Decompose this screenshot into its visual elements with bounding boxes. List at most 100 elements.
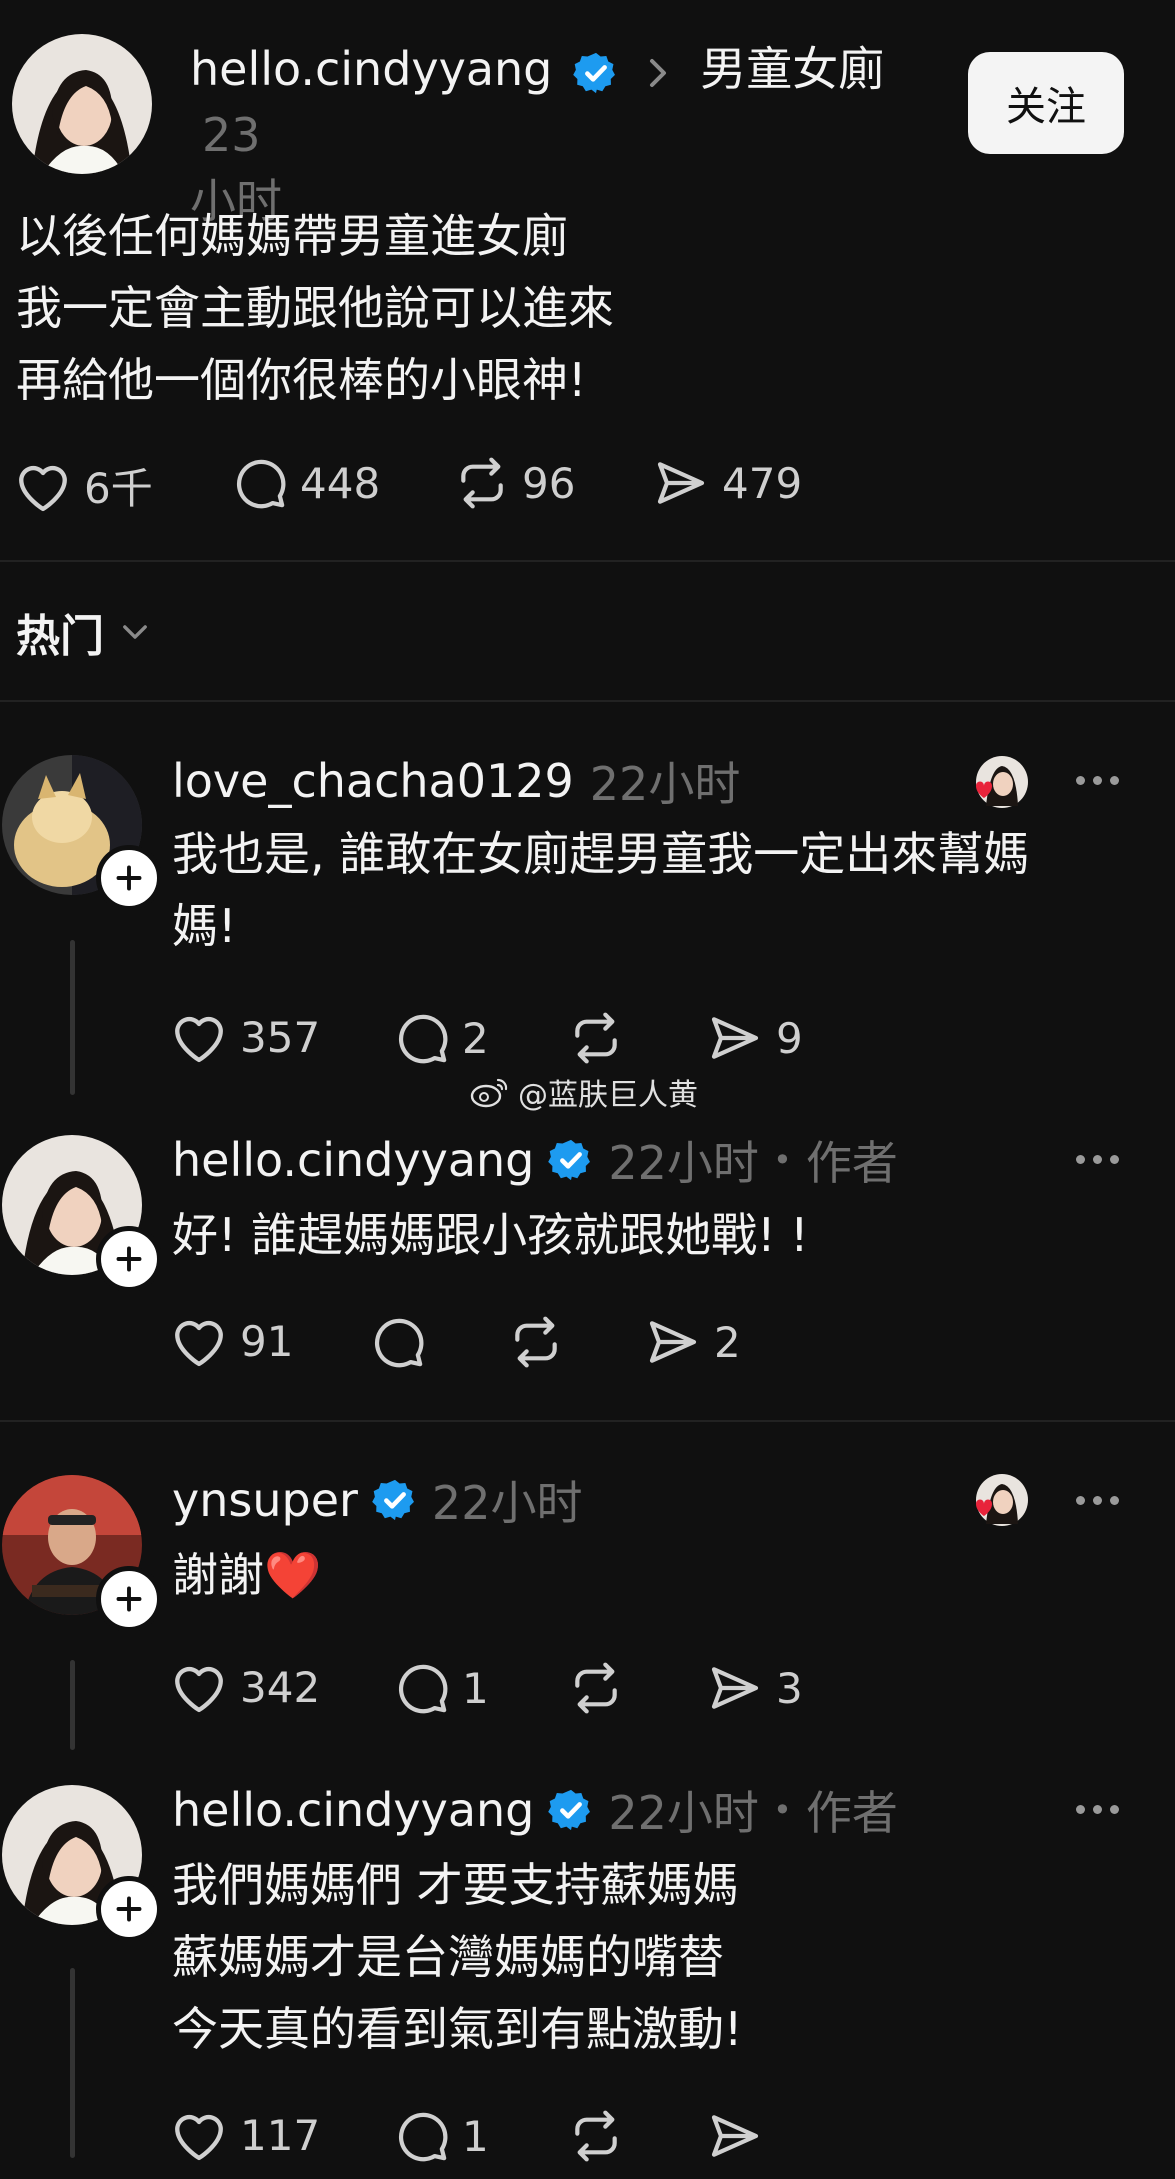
send-icon <box>711 1667 759 1709</box>
reply-username[interactable]: hello.cindyyang <box>172 1783 534 1837</box>
comment-button[interactable]: 1 <box>394 1660 489 1716</box>
like-count: 357 <box>240 1012 321 1062</box>
comment-button[interactable]: 1 <box>394 2108 489 2164</box>
send-icon <box>711 2115 759 2157</box>
like-count: 342 <box>240 1662 321 1712</box>
reply-time: 22小时 <box>589 757 741 811</box>
post-time: 23 <box>202 108 261 162</box>
post-text: 以後任何媽媽帶男童進女廁 我一定會主動跟他說可以進來 再給他一個你很棒的小眼神! <box>16 209 614 407</box>
sort-dropdown[interactable]: 热门 <box>16 600 152 664</box>
repost-icon <box>515 1316 557 1368</box>
comment-count: 448 <box>300 458 381 508</box>
more-options-button[interactable] <box>1076 1805 1119 1814</box>
repost-button[interactable]: 96 <box>454 455 575 511</box>
divider <box>0 560 1175 562</box>
comment-bubble-icon <box>398 1014 448 1064</box>
repost-icon <box>461 457 503 509</box>
repost-button[interactable] <box>568 1660 624 1716</box>
reply-username[interactable]: hello.cindyyang <box>172 1133 534 1187</box>
follow-button[interactable]: 关注 <box>968 52 1124 154</box>
share-button[interactable]: 2 <box>644 1314 741 1370</box>
heart-icon <box>175 2114 223 2161</box>
repost-count: 96 <box>522 458 576 508</box>
share-button[interactable]: 479 <box>652 455 802 511</box>
reply-username[interactable]: ynsuper <box>172 1473 358 1527</box>
chevron-down-icon <box>123 625 147 639</box>
comment-bubble-icon <box>398 1664 448 1714</box>
share-count: 2 <box>714 1317 741 1367</box>
comment-bubble-icon <box>374 1318 424 1368</box>
share-count: 479 <box>722 458 803 508</box>
like-count: 117 <box>240 2110 321 2160</box>
repost-button[interactable] <box>568 1010 624 1066</box>
repost-icon <box>575 2110 617 2162</box>
like-button[interactable]: 6千 <box>14 455 153 516</box>
more-options-button[interactable] <box>1076 1155 1119 1164</box>
author-liked-avatar <box>972 756 1028 810</box>
follow-plus-button[interactable] <box>96 1226 162 1292</box>
thread-line <box>70 940 75 1095</box>
like-count: 91 <box>240 1316 294 1366</box>
repost-button[interactable] <box>508 1314 564 1370</box>
comment-button[interactable]: 2 <box>394 1010 489 1066</box>
thread-line <box>70 1968 75 2158</box>
watermark-text: @蓝肤巨人黄 <box>518 1078 698 1113</box>
reply-time: 22小时 <box>608 1136 759 1190</box>
like-button[interactable]: 117 <box>170 2108 320 2162</box>
reply-text: 我也是, 誰敢在女廁趕男童我一定出來幫媽 媽! <box>172 827 1030 953</box>
verified-badge-icon <box>372 1479 414 1521</box>
follow-plus-button[interactable] <box>96 845 162 911</box>
comment-count: 1 <box>462 1663 489 1713</box>
like-button[interactable]: 342 <box>170 1660 320 1714</box>
like-button[interactable]: 357 <box>170 1010 320 1064</box>
separator-dot: • <box>772 1791 792 1829</box>
comment-count: 2 <box>462 1013 489 1063</box>
repost-button[interactable] <box>568 2108 624 2164</box>
author-liked-avatar <box>972 1474 1028 1528</box>
plus-icon <box>116 1586 142 1612</box>
repost-icon <box>575 1662 617 1714</box>
divider <box>0 1420 1175 1422</box>
reply-username[interactable]: love_chacha0129 <box>172 754 574 808</box>
send-icon <box>657 462 705 504</box>
avatar-image <box>12 34 152 174</box>
reply-time: 22小时 <box>608 1786 759 1840</box>
plus-icon <box>116 1896 142 1922</box>
author-tag: 作者 <box>805 1786 898 1840</box>
share-button[interactable] <box>706 2108 764 2164</box>
like-count: 6千 <box>84 464 153 513</box>
heart-icon <box>175 1016 223 1063</box>
more-options-button[interactable] <box>1076 1496 1119 1505</box>
share-button[interactable]: 9 <box>706 1010 803 1066</box>
share-button[interactable]: 3 <box>706 1660 803 1716</box>
separator-dot: • <box>772 1141 792 1179</box>
weibo-icon <box>470 1078 508 1108</box>
chevron-right-icon <box>649 58 666 87</box>
verified-badge-icon <box>548 1789 591 1831</box>
send-icon <box>711 1017 759 1059</box>
repost-icon <box>575 1012 617 1064</box>
reply-time: 22小时 <box>431 1476 583 1530</box>
heart-icon <box>175 1320 223 1367</box>
comment-bubble-icon <box>398 2112 448 2162</box>
reply-text: 謝謝❤️ <box>172 1548 322 1602</box>
divider <box>0 700 1175 702</box>
reply-text: 好! 誰趕媽媽跟小孩就跟她戰! ! <box>172 1208 809 1262</box>
follow-plus-button[interactable] <box>96 1876 162 1942</box>
verified-badge-icon <box>573 52 615 93</box>
post-author-avatar[interactable] <box>12 34 152 174</box>
heart-icon <box>19 465 67 511</box>
follow-plus-button[interactable] <box>96 1566 162 1632</box>
reply-text: 我們媽媽們 才要支持蘇媽媽 蘇媽媽才是台灣媽媽的嘴替 今天真的看到氣到有點激動! <box>172 1858 743 2056</box>
post-username[interactable]: hello.cindyyang <box>190 42 552 96</box>
comment-button[interactable]: 448 <box>232 455 380 511</box>
comment-count: 1 <box>462 2111 489 2161</box>
plus-icon <box>116 1246 142 1272</box>
like-button[interactable]: 91 <box>170 1314 293 1368</box>
post-topic[interactable]: 男童女廁 <box>700 42 884 96</box>
comment-button[interactable] <box>370 1314 426 1370</box>
more-options-button[interactable] <box>1076 776 1119 785</box>
author-tag: 作者 <box>805 1136 898 1190</box>
share-count: 9 <box>776 1013 803 1063</box>
verified-badge-icon <box>548 1139 591 1181</box>
